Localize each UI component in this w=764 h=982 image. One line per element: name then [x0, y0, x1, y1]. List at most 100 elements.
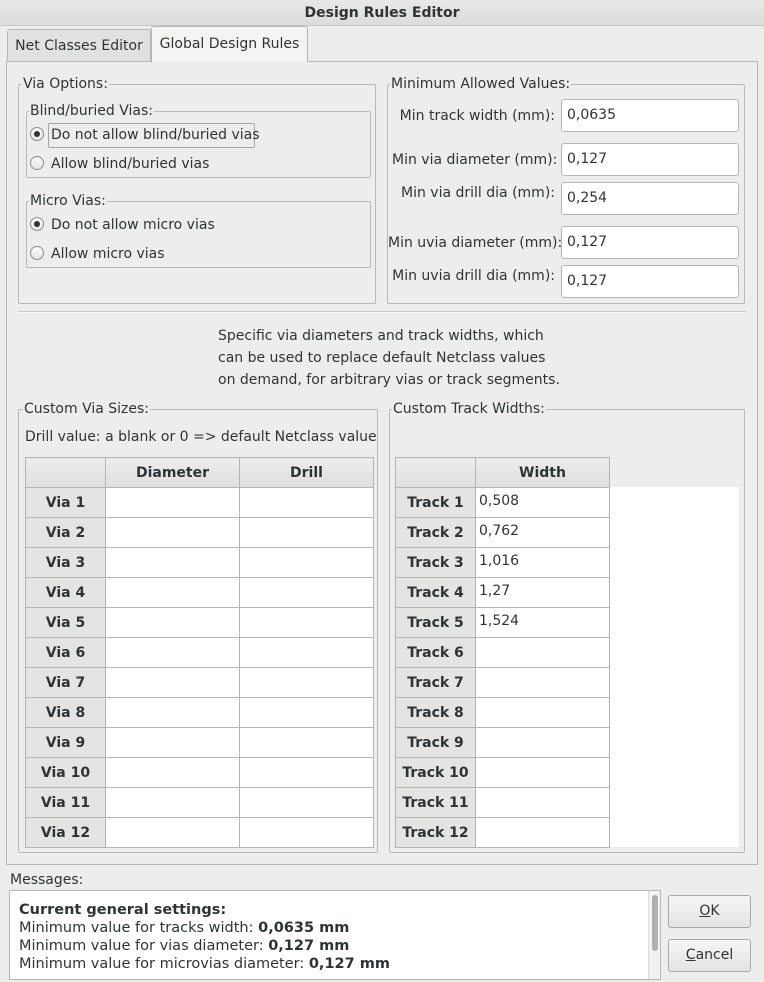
micro-vias-allow-label[interactable]: Allow micro vias	[51, 246, 165, 262]
column-header-diameter[interactable]: Diameter	[105, 457, 240, 488]
diameter-cell[interactable]	[105, 697, 240, 728]
scrollbar-thumb[interactable]	[652, 895, 658, 951]
diameter-cell[interactable]	[105, 577, 240, 608]
messages-scrollbar[interactable]	[648, 891, 660, 979]
row-header[interactable]: Via 4	[25, 577, 106, 608]
drill-cell[interactable]	[239, 817, 374, 848]
track-row: Track 9	[395, 727, 610, 758]
drill-cell[interactable]	[239, 607, 374, 638]
drill-cell[interactable]	[239, 577, 374, 608]
messages-box[interactable]: Current general settings: Minimum value …	[9, 890, 661, 980]
separator	[18, 311, 746, 313]
row-header[interactable]: Via 10	[25, 757, 106, 788]
row-header[interactable]: Track 7	[395, 667, 476, 698]
tab-net-classes-editor[interactable]: Net Classes Editor	[7, 29, 151, 62]
row-header[interactable]: Track 12	[395, 817, 476, 848]
row-header[interactable]: Track 9	[395, 727, 476, 758]
row-header[interactable]: Track 6	[395, 637, 476, 668]
track-row: Track 6	[395, 637, 610, 668]
row-header[interactable]: Track 8	[395, 697, 476, 728]
diameter-cell[interactable]	[105, 607, 240, 638]
drill-cell[interactable]	[239, 517, 374, 548]
min-uvia-diameter-field[interactable]: 0,127	[561, 226, 739, 259]
drill-cell[interactable]	[239, 667, 374, 698]
tab-global-design-rules[interactable]: Global Design Rules	[151, 26, 308, 62]
blind-vias-allow-label[interactable]: Allow blind/buried vias	[51, 156, 209, 172]
width-cell[interactable]	[475, 817, 610, 848]
via-row: Via 4	[25, 577, 374, 608]
drill-cell[interactable]	[239, 757, 374, 788]
info-line: on demand, for arbitrary vias or track s…	[218, 372, 560, 388]
custom-via-label: Custom Via Sizes:	[23, 401, 151, 417]
width-cell[interactable]	[475, 637, 610, 668]
ok-button[interactable]: OK	[668, 895, 751, 928]
column-header-width[interactable]: Width	[475, 457, 610, 488]
row-header[interactable]: Track 3	[395, 547, 476, 578]
row-header[interactable]: Track 1	[395, 487, 476, 518]
diameter-cell[interactable]	[105, 817, 240, 848]
cancel-label-rest: ancel	[695, 947, 734, 963]
width-cell[interactable]	[475, 727, 610, 758]
track-row: Track 1 0,508	[395, 487, 610, 518]
diameter-cell[interactable]	[105, 487, 240, 518]
diameter-cell[interactable]	[105, 637, 240, 668]
micro-vias-disallow-label[interactable]: Do not allow micro vias	[51, 217, 215, 233]
row-header[interactable]: Track 2	[395, 517, 476, 548]
via-row: Via 3	[25, 547, 374, 578]
row-header[interactable]: Via 7	[25, 667, 106, 698]
diameter-cell[interactable]	[105, 787, 240, 818]
row-header[interactable]: Via 5	[25, 607, 106, 638]
row-header[interactable]: Via 3	[25, 547, 106, 578]
width-cell[interactable]: 1,524	[475, 607, 610, 638]
blind-vias-disallow-radio[interactable]	[30, 127, 44, 141]
cancel-button[interactable]: Cancel	[668, 939, 751, 972]
drill-cell[interactable]	[239, 637, 374, 668]
blind-vias-allow-radio[interactable]	[30, 156, 44, 170]
row-header[interactable]: Via 8	[25, 697, 106, 728]
diameter-cell[interactable]	[105, 667, 240, 698]
min-uvia-drill-label: Min uvia drill dia (mm):	[392, 268, 555, 284]
width-cell[interactable]: 1,016	[475, 547, 610, 578]
via-row: Via 7	[25, 667, 374, 698]
messages-label: Messages:	[10, 872, 84, 888]
diameter-cell[interactable]	[105, 757, 240, 788]
blind-vias-disallow-label[interactable]: Do not allow blind/buried vias	[51, 127, 260, 143]
column-header-drill[interactable]: Drill	[239, 457, 374, 488]
row-header[interactable]: Track 11	[395, 787, 476, 818]
via-row: Via 9	[25, 727, 374, 758]
row-header[interactable]: Via 1	[25, 487, 106, 518]
row-header[interactable]: Track 4	[395, 577, 476, 608]
diameter-cell[interactable]	[105, 727, 240, 758]
width-cell[interactable]	[475, 757, 610, 788]
row-header[interactable]: Track 5	[395, 607, 476, 638]
width-cell[interactable]: 0,762	[475, 517, 610, 548]
drill-cell[interactable]	[239, 697, 374, 728]
min-uvia-drill-field[interactable]: 0,127	[561, 265, 739, 298]
width-cell[interactable]	[475, 787, 610, 818]
micro-vias-allow-radio[interactable]	[30, 246, 44, 260]
row-header[interactable]: Via 9	[25, 727, 106, 758]
row-header[interactable]: Track 10	[395, 757, 476, 788]
width-cell[interactable]	[475, 697, 610, 728]
width-cell[interactable]	[475, 667, 610, 698]
min-track-width-field[interactable]: 0,0635	[561, 99, 739, 132]
row-header[interactable]: Via 2	[25, 517, 106, 548]
width-cell[interactable]: 0,508	[475, 487, 610, 518]
via-row: Via 2	[25, 517, 374, 548]
via-row: Via 12	[25, 817, 374, 848]
micro-vias-disallow-radio[interactable]	[30, 217, 44, 231]
min-via-diameter-label: Min via diameter (mm):	[392, 152, 558, 168]
drill-cell[interactable]	[239, 787, 374, 818]
width-cell[interactable]: 1,27	[475, 577, 610, 608]
drill-cell[interactable]	[239, 547, 374, 578]
min-via-drill-field[interactable]: 0,254	[561, 182, 739, 215]
drill-cell[interactable]	[239, 487, 374, 518]
min-via-diameter-field[interactable]: 0,127	[561, 143, 739, 176]
row-header[interactable]: Via 12	[25, 817, 106, 848]
drill-cell[interactable]	[239, 727, 374, 758]
diameter-cell[interactable]	[105, 517, 240, 548]
diameter-cell[interactable]	[105, 547, 240, 578]
via-options-label: Via Options:	[22, 76, 109, 92]
row-header[interactable]: Via 11	[25, 787, 106, 818]
row-header[interactable]: Via 6	[25, 637, 106, 668]
